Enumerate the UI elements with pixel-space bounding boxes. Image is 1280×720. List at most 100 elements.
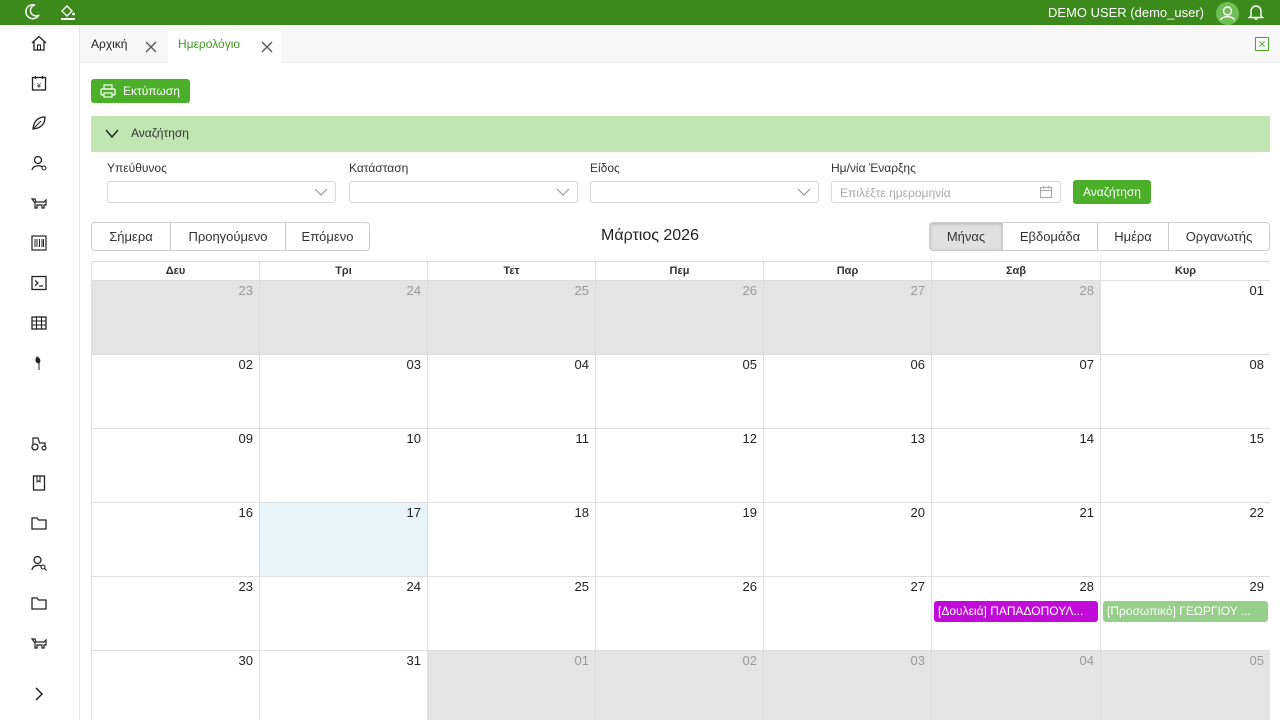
plant-icon[interactable]	[30, 354, 48, 372]
tractor-icon[interactable]	[30, 434, 48, 452]
day-cell[interactable]: 09	[92, 429, 260, 503]
day-number: 17	[406, 505, 421, 520]
day-number: 10	[406, 431, 421, 446]
day-cell[interactable]: 19	[596, 503, 764, 577]
status-select[interactable]	[349, 181, 578, 203]
view-week-button[interactable]: Εβδομάδα	[1002, 223, 1097, 250]
day-cell[interactable]: 28 [Δουλειά] ΠΑΠΑΔΟΠΟΥΛ...	[932, 577, 1101, 651]
day-cell[interactable]: 10	[260, 429, 428, 503]
tab-calendar[interactable]: Ημερολόγιο	[168, 31, 281, 63]
day-cell[interactable]: 25	[428, 577, 596, 651]
folder-icon[interactable]	[30, 514, 48, 532]
cow-icon[interactable]	[30, 194, 48, 212]
day-cell[interactable]: 03	[764, 651, 932, 720]
day-cell[interactable]: 24	[260, 281, 428, 355]
day-cell[interactable]: 24	[260, 577, 428, 651]
view-organizer-button[interactable]: Οργανωτής	[1168, 223, 1269, 250]
day-cell[interactable]: 07	[932, 355, 1101, 429]
today-cell[interactable]: 17	[260, 503, 428, 577]
day-cell[interactable]: 06	[764, 355, 932, 429]
terminal-icon[interactable]	[30, 274, 48, 292]
next-button[interactable]: Επόμενο	[285, 223, 369, 250]
day-cell[interactable]: 28	[932, 281, 1101, 355]
day-number: 01	[574, 653, 589, 668]
day-cell[interactable]: 01	[1101, 281, 1270, 355]
day-cell[interactable]: 15	[1101, 429, 1270, 503]
day-cell[interactable]: 26	[596, 577, 764, 651]
today-button[interactable]: Σήμερα	[92, 223, 170, 250]
day-cell[interactable]: 11	[428, 429, 596, 503]
event-personal[interactable]: [Προσωπικό] ΓΕΩΡΓΙΟΥ ...	[1103, 601, 1268, 622]
folder-icon[interactable]	[30, 594, 48, 612]
user-search-icon[interactable]	[30, 554, 48, 572]
day-cell[interactable]: 12	[596, 429, 764, 503]
day-cell[interactable]: 23	[92, 281, 260, 355]
day-cell[interactable]: 02	[92, 355, 260, 429]
day-cell[interactable]: 30	[92, 651, 260, 720]
paint-bucket-icon[interactable]	[59, 3, 77, 21]
day-number: 07	[1079, 357, 1094, 372]
day-cell[interactable]: 18	[428, 503, 596, 577]
type-select[interactable]	[590, 181, 819, 203]
barcode-icon[interactable]	[30, 234, 48, 252]
user-name[interactable]: DEMO USER (demo_user)	[1048, 5, 1204, 20]
print-button[interactable]: Εκτύπωση	[91, 79, 190, 103]
avatar[interactable]	[1216, 2, 1239, 25]
day-cell[interactable]: 08	[1101, 355, 1270, 429]
search-panel-header[interactable]: Αναζήτηση	[91, 116, 1270, 152]
day-number: 13	[910, 431, 925, 446]
leaf-icon[interactable]	[30, 114, 48, 132]
calendar-icon[interactable]	[1039, 185, 1053, 199]
day-cell[interactable]: 21	[932, 503, 1101, 577]
day-number: 24	[406, 283, 421, 298]
day-cell[interactable]: 04	[428, 355, 596, 429]
home-icon[interactable]	[30, 34, 48, 52]
day-cell[interactable]: 04	[932, 651, 1101, 720]
book-icon[interactable]	[30, 474, 48, 492]
bell-icon[interactable]	[1248, 3, 1264, 21]
start-date-input[interactable]: Επιλέξτε ημερομηνία	[831, 181, 1061, 203]
day-cell[interactable]: 29 [Προσωπικό] ΓΕΩΡΓΙΟΥ ...	[1101, 577, 1270, 651]
day-cell[interactable]: 05	[1101, 651, 1270, 720]
tab-home[interactable]: Αρχική	[81, 31, 165, 63]
previous-button[interactable]: Προηγούμενο	[170, 223, 285, 250]
close-icon[interactable]	[260, 40, 274, 54]
view-month-button[interactable]: Μήνας	[930, 223, 1002, 250]
search-button[interactable]: Αναζήτηση	[1073, 180, 1151, 204]
day-cell[interactable]: 26	[596, 281, 764, 355]
chevron-right-icon[interactable]	[30, 685, 48, 703]
day-cell[interactable]: 25	[428, 281, 596, 355]
cow-icon[interactable]	[30, 634, 48, 652]
day-cell[interactable]: 02	[596, 651, 764, 720]
chevron-down-icon	[105, 129, 119, 139]
top-bar: DEMO USER (demo_user)	[0, 0, 1280, 25]
day-cell[interactable]: 01	[428, 651, 596, 720]
responsible-select[interactable]	[107, 181, 336, 203]
moon-icon[interactable]	[23, 3, 41, 21]
day-number: 25	[574, 579, 589, 594]
event-work[interactable]: [Δουλειά] ΠΑΠΑΔΟΠΟΥΛ...	[934, 601, 1098, 622]
day-cell[interactable]: 27	[764, 281, 932, 355]
day-cell[interactable]: 31	[260, 651, 428, 720]
day-cell[interactable]: 13	[764, 429, 932, 503]
close-icon[interactable]	[144, 40, 158, 54]
day-cell[interactable]: 23	[92, 577, 260, 651]
close-all-tabs-icon[interactable]	[1255, 37, 1269, 51]
day-cell[interactable]: 22	[1101, 503, 1270, 577]
day-number: 31	[406, 653, 421, 668]
day-number: 02	[742, 653, 757, 668]
user-settings-icon[interactable]	[30, 154, 48, 172]
day-cell[interactable]: 03	[260, 355, 428, 429]
day-cell[interactable]: 05	[596, 355, 764, 429]
day-cell[interactable]: 27	[764, 577, 932, 651]
day-cell[interactable]: 16	[92, 503, 260, 577]
day-number: 12	[742, 431, 757, 446]
day-cell[interactable]: 20	[764, 503, 932, 577]
day-number: 02	[238, 357, 253, 372]
calendar-money-icon[interactable]: ¥	[30, 74, 48, 92]
day-cell[interactable]: 14	[932, 429, 1101, 503]
view-day-button[interactable]: Ημέρα	[1097, 223, 1168, 250]
sidebar: ¥	[0, 25, 80, 720]
table-icon[interactable]	[30, 314, 48, 332]
type-label: Είδος	[590, 161, 620, 175]
